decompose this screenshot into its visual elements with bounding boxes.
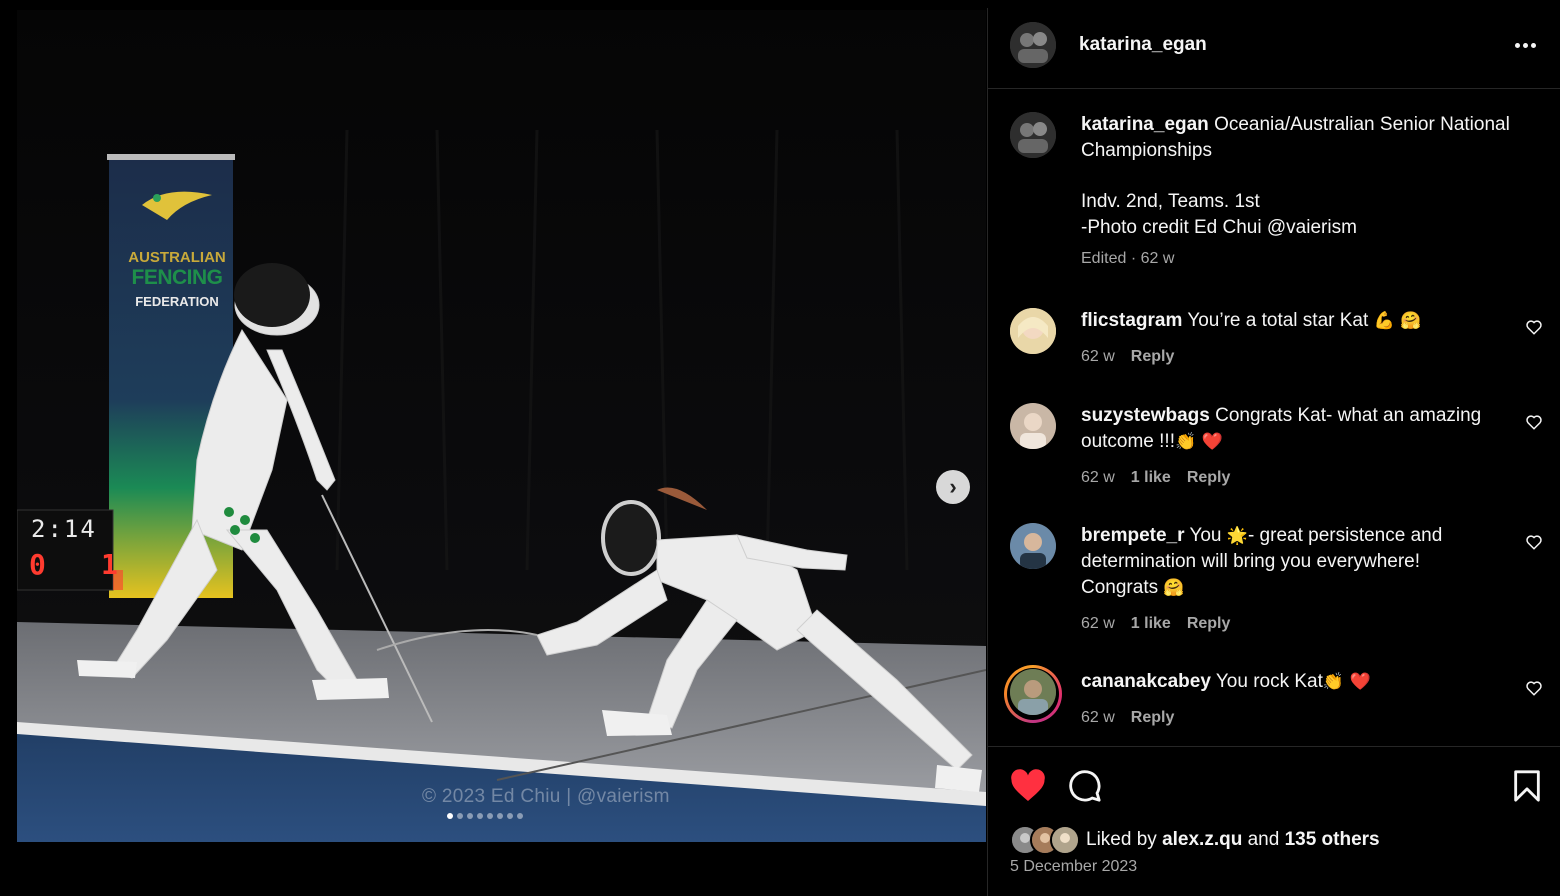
comment-username[interactable]: cananakcabey: [1081, 671, 1211, 692]
comment-username[interactable]: suzystewbags: [1081, 405, 1210, 426]
heart-outline-icon[interactable]: [1525, 413, 1543, 431]
comment-text: suzystewbags Congrats Kat- what an amazi…: [1081, 405, 1482, 452]
comment-age: 62 w: [1081, 469, 1115, 486]
comment-meta: 62 w Reply: [1081, 709, 1174, 727]
carousel-dot: [517, 813, 523, 819]
liked-by-text: Liked by alex.z.qu and 135 others: [1086, 829, 1380, 850]
comment-text: cananakcabey You rock Kat👏 ❤️: [1081, 671, 1371, 692]
heart-outline-icon[interactable]: [1525, 533, 1543, 551]
carousel-dot: [447, 813, 453, 819]
avatar[interactable]: [1010, 523, 1056, 569]
comment-text: brempete_r You 🌟- great persistence and …: [1081, 525, 1443, 598]
banner-line-1: AUSTRALIAN: [128, 249, 226, 266]
chevron-right-icon: ›: [949, 474, 957, 499]
comment-icon[interactable]: [1068, 769, 1102, 803]
reply-button[interactable]: Reply: [1187, 615, 1231, 633]
comment-meta: 62 w 1 like Reply: [1081, 469, 1230, 487]
caption-line: Indv. 2nd, Teams. 1st: [1081, 191, 1260, 212]
avatar[interactable]: [1010, 308, 1056, 354]
comment-age: 62 w: [1081, 348, 1115, 365]
liked-by-username[interactable]: alex.z.qu: [1162, 829, 1242, 850]
avatar[interactable]: [1010, 112, 1056, 158]
scoreboard-time: 2:14: [31, 515, 97, 543]
heart-outline-icon[interactable]: [1525, 679, 1543, 697]
more-horizontal-icon: [1514, 42, 1520, 48]
comment-age: 62 w: [1081, 615, 1115, 632]
avatar: [1050, 825, 1080, 855]
caption-username[interactable]: katarina_egan: [1081, 114, 1209, 135]
liked-by-others[interactable]: 135 others: [1285, 829, 1380, 850]
post-date[interactable]: 5 December 2023: [1010, 858, 1137, 876]
post-details-panel: katarina_egan katarina_egan Oceania/Aust…: [987, 8, 1560, 896]
caption-line: -Photo credit Ed Chui @vaierism: [1081, 217, 1357, 238]
post-author-username[interactable]: katarina_egan: [1079, 34, 1207, 56]
carousel-dot: [507, 813, 513, 819]
caption-meta: Edited · 62 w: [1081, 250, 1175, 267]
comment-meta: 62 w Reply: [1081, 348, 1174, 366]
comment-likes[interactable]: 1 like: [1131, 615, 1171, 633]
post-caption: katarina_egan Oceania/Australian Senior …: [1081, 112, 1511, 241]
more-options-button[interactable]: [1510, 30, 1540, 60]
comment-username[interactable]: brempete_r: [1081, 525, 1185, 546]
photo-watermark: © 2023 Ed Chiu | @vaierism: [422, 786, 670, 807]
banner-line-3: FEDERATION: [135, 294, 219, 309]
reply-button[interactable]: Reply: [1131, 709, 1175, 727]
post-photo: [17, 10, 986, 842]
post-media[interactable]: AUSTRALIAN FENCING FEDERATION 2:14 0 1 ©…: [17, 10, 986, 842]
post-header: katarina_egan: [988, 8, 1560, 89]
carousel-dot: [497, 813, 503, 819]
heart-filled-icon[interactable]: [1010, 769, 1046, 803]
banner-line-2: FENCING: [131, 266, 224, 289]
scoreboard-left-score: 0: [29, 548, 46, 581]
avatar[interactable]: [1010, 669, 1056, 715]
scoreboard-right-score: 1: [101, 548, 118, 581]
heart-outline-icon[interactable]: [1525, 318, 1543, 336]
comment-age: 62 w: [1081, 709, 1115, 726]
comment-text: flicstagram You’re a total star Kat 💪 🤗: [1081, 310, 1422, 331]
comment-likes[interactable]: 1 like: [1131, 469, 1171, 487]
liked-by-row[interactable]: Liked by alex.z.qu and 135 others: [1010, 825, 1380, 855]
carousel-dot: [477, 813, 483, 819]
avatar[interactable]: [1010, 22, 1056, 68]
reply-button[interactable]: Reply: [1187, 469, 1231, 487]
carousel-dot: [457, 813, 463, 819]
avatar[interactable]: [1010, 403, 1056, 449]
bookmark-icon[interactable]: [1512, 769, 1542, 803]
post-actions: Liked by alex.z.qu and 135 others 5 Dece…: [988, 746, 1560, 896]
comment-meta: 62 w 1 like Reply: [1081, 615, 1230, 633]
carousel-dot: [467, 813, 473, 819]
carousel-dot: [487, 813, 493, 819]
comment-username[interactable]: flicstagram: [1081, 310, 1182, 331]
carousel-next-button[interactable]: ›: [936, 470, 970, 504]
carousel-indicator: [447, 813, 523, 819]
reply-button[interactable]: Reply: [1131, 348, 1175, 366]
comments-scroll-area[interactable]: katarina_egan Oceania/Australian Senior …: [988, 90, 1560, 745]
